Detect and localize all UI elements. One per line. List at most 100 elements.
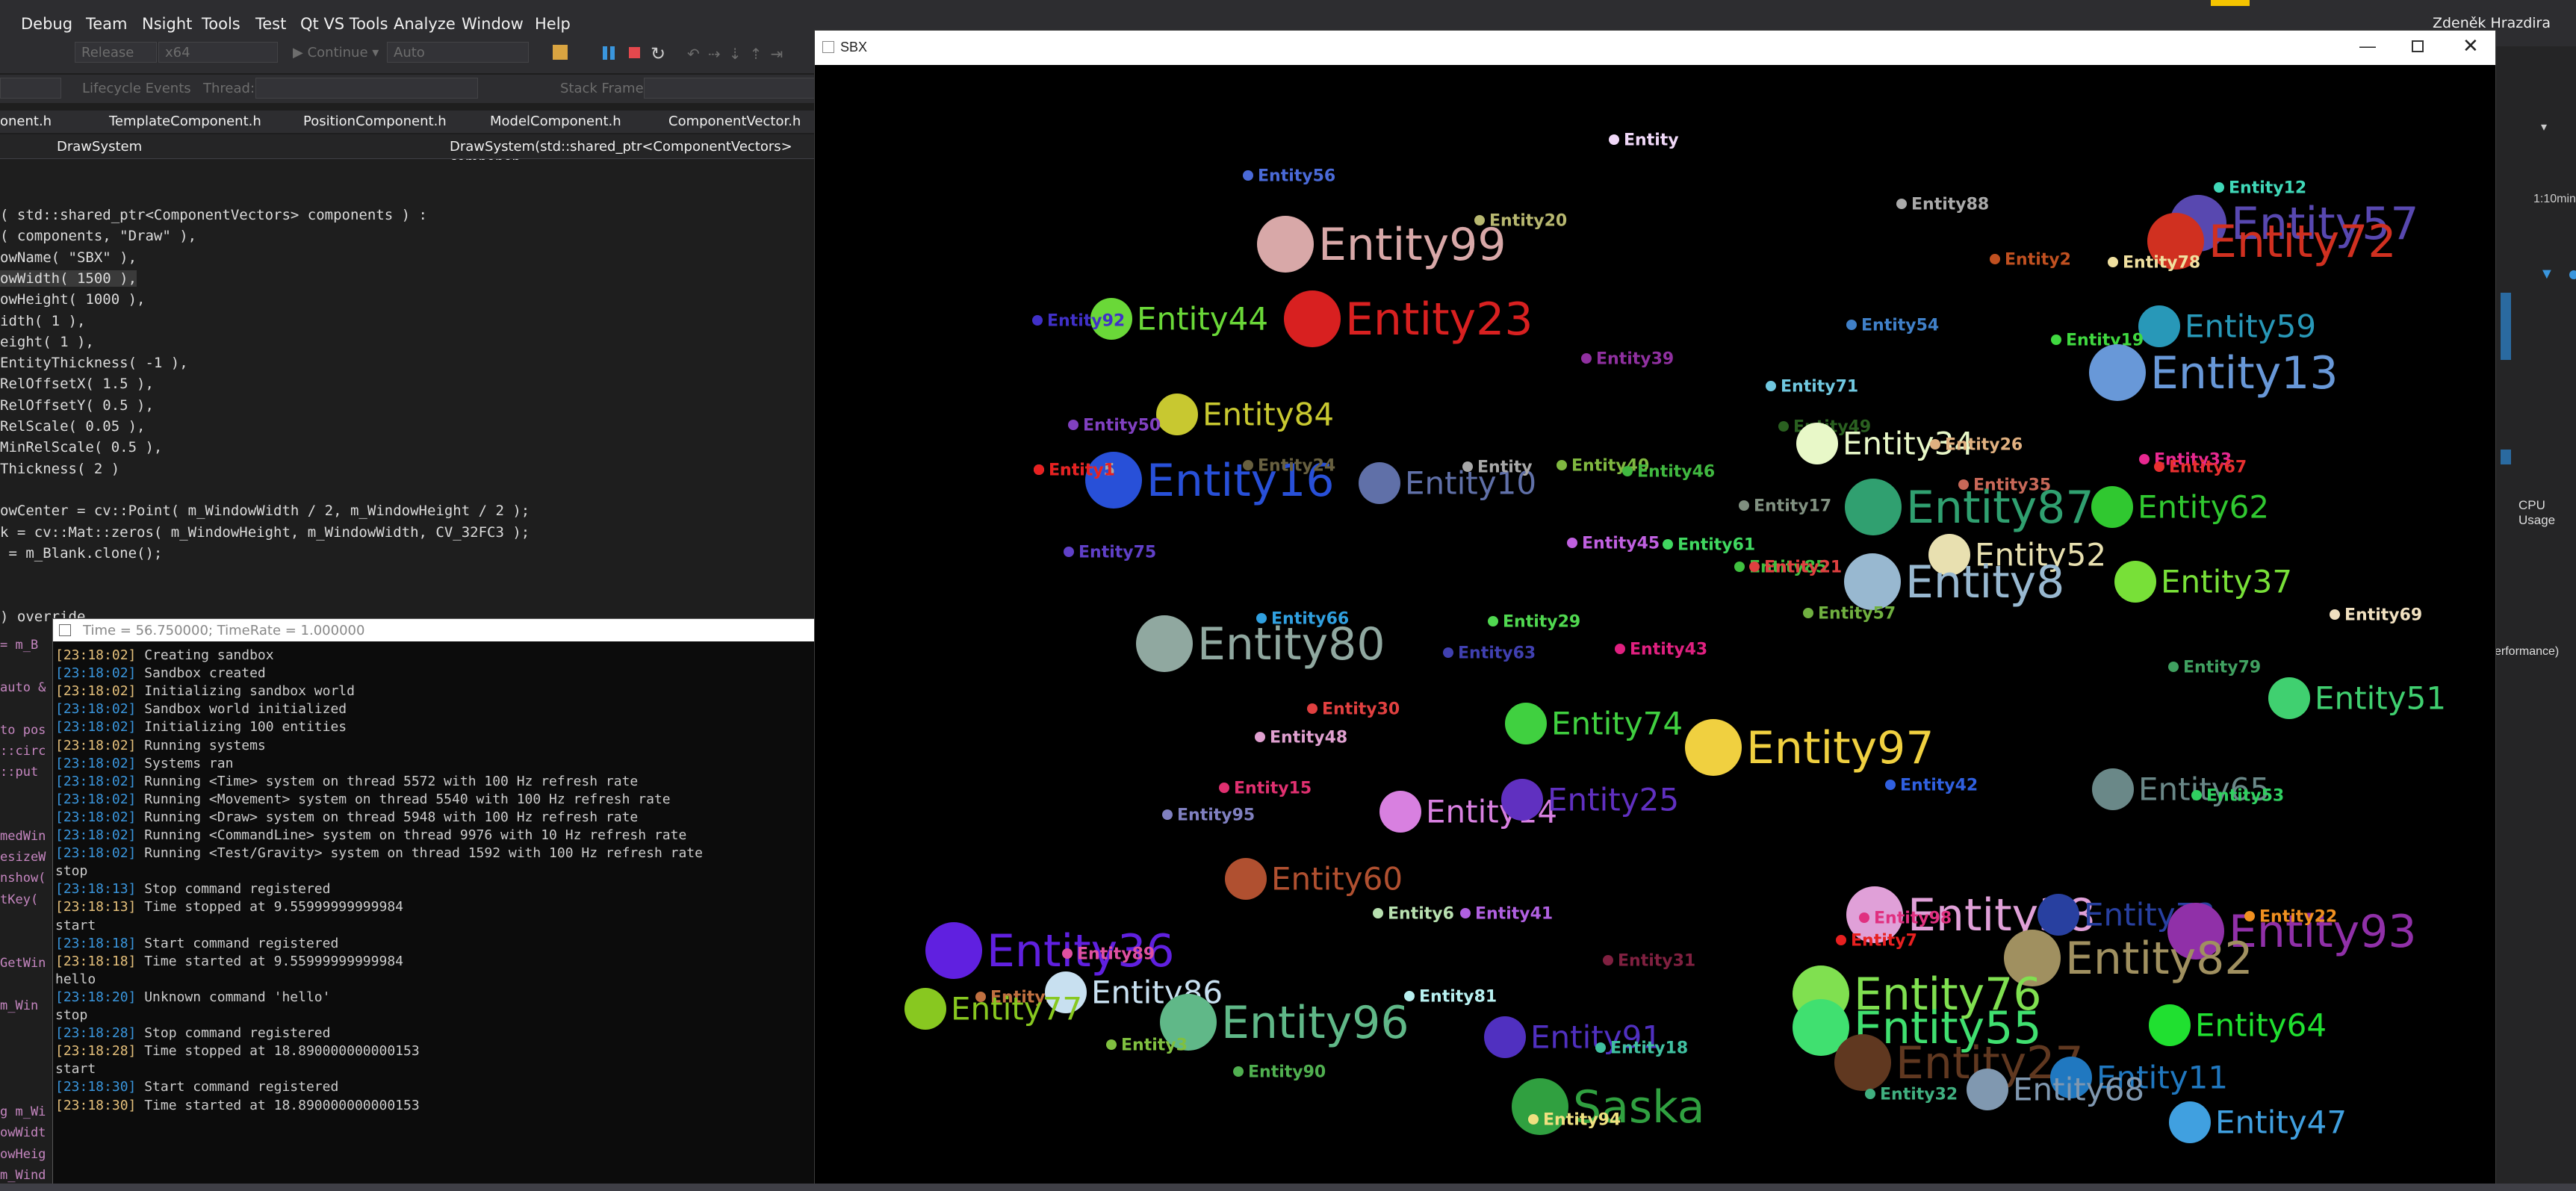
entity-dot <box>1796 423 1838 464</box>
tab-component-vector[interactable]: ComponentVector.h <box>668 113 801 129</box>
entity-label: Entity26 <box>1945 436 2023 455</box>
code-line: RelOffsetX( 1.5 ), <box>0 376 154 393</box>
entity-dot <box>1734 562 1745 572</box>
entity-dot <box>1243 460 1253 470</box>
close-icon[interactable]: ✕ <box>2462 34 2479 57</box>
maximize-icon[interactable] <box>2412 40 2424 52</box>
tab-component-h[interactable]: onent.h <box>0 113 52 129</box>
console-timestamp: [23:18:02] <box>55 791 137 807</box>
code-line: Thickness( 2 ) <box>0 460 120 477</box>
sbx-window[interactable]: SBX — ✕ Entity56 Entity99 Entity20 Entity88… <box>814 30 2496 1191</box>
menu-team[interactable]: Team <box>86 15 128 33</box>
auto-dropdown[interactable]: Auto <box>387 42 529 63</box>
entity-label: Entity67 <box>2169 458 2247 477</box>
continue-button[interactable]: ▶ Continue ▾ <box>293 45 379 60</box>
console-text: Time stopped at 9.55999999999984 <box>136 899 403 915</box>
console-line: stop <box>55 863 87 879</box>
entity-dot <box>2089 344 2146 401</box>
nav-class-dropdown[interactable]: DrawSystem <box>57 139 142 155</box>
stack-frame-dropdown[interactable] <box>644 78 822 99</box>
code-line: owHeight( 1000 ), <box>0 291 146 308</box>
console-timestamp: [23:18:18] <box>55 953 137 969</box>
thread-label: Thread: <box>203 81 255 96</box>
console-line: [23:18:02] Running <Time> system on thre… <box>55 774 638 789</box>
minimize-icon[interactable]: — <box>2359 37 2376 56</box>
lifecycle-events[interactable]: Lifecycle Events <box>82 81 191 96</box>
code-line: owWidth( 1500 ), <box>0 270 137 287</box>
menu-test[interactable]: Test <box>255 15 286 33</box>
tab-template-component[interactable]: TemplateComponent.h <box>109 113 261 129</box>
console-text: Sandbox world initialized <box>136 701 347 718</box>
console-text: Unknown command 'hello' <box>136 989 331 1005</box>
config-dropdown[interactable]: Release <box>75 42 157 63</box>
entity-label: Entity88 <box>1911 196 1989 214</box>
entity-dot <box>2139 454 2150 464</box>
process-dropdown[interactable] <box>0 78 61 99</box>
stop-icon[interactable] <box>629 47 640 58</box>
entity-label: Entity96 <box>1221 997 1409 1049</box>
sbx-titlebar[interactable]: SBX — ✕ <box>815 31 2495 65</box>
entity-dot <box>1663 539 1673 550</box>
entity-dot <box>1885 780 1896 790</box>
console-window[interactable]: Time = 56.750000; TimeRate = 1.000000 [2… <box>52 618 818 1191</box>
code-fragment: medWin <box>0 828 46 844</box>
entity-label: Entity30 <box>1322 700 1400 719</box>
menu-help[interactable]: Help <box>535 15 571 33</box>
code-fragment: m_Wind <box>0 1168 46 1183</box>
entity-dot <box>2244 911 2255 921</box>
platform-dropdown[interactable]: x64 <box>158 42 278 63</box>
console-text: Systems ran <box>136 755 234 771</box>
entity-label: Entity18 <box>1610 1039 1688 1058</box>
menu-tools[interactable]: Tools <box>202 15 240 33</box>
cpu-usage-tab[interactable]: CPU Usage <box>2518 498 2576 528</box>
console-line: [23:18:02] Running systems <box>55 738 266 753</box>
code-fragment: auto & <box>0 680 46 695</box>
entity-label: Entity98 <box>1874 909 1952 928</box>
entity-label: Entity23 <box>1345 293 1533 346</box>
sbx-app-icon <box>822 41 834 53</box>
entity-label: Entity77 <box>951 991 1082 1027</box>
console-timestamp: [23:18:20] <box>55 989 137 1005</box>
entity-dot <box>1373 908 1383 918</box>
entity-dot <box>1243 170 1253 181</box>
menu-analyze[interactable]: Analyze <box>394 15 456 33</box>
tab-model-component[interactable]: ModelComponent.h <box>490 113 621 129</box>
code-line: RelOffsetY( 0.5 ), <box>0 397 154 414</box>
console-titlebar[interactable]: Time = 56.750000; TimeRate = 1.000000 <box>53 619 817 641</box>
console-line: [23:18:02] Systems ran <box>55 756 233 771</box>
entity-dot <box>1034 464 1044 475</box>
menu-debug[interactable]: Debug <box>21 15 72 33</box>
pause-icon[interactable] <box>603 46 607 60</box>
console-timestamp: [23:18:02] <box>55 647 137 663</box>
panel-dropdown-icon[interactable]: ▾ <box>2541 119 2547 134</box>
restart-icon[interactable]: ↻ <box>651 43 665 65</box>
console-text: Running <Test/Gravity> system on thread … <box>136 845 703 862</box>
entity-label: Entity13 <box>2150 347 2338 399</box>
menu-qt-vs-tools[interactable]: Qt VS Tools <box>300 15 388 33</box>
console-line: start <box>55 1061 96 1077</box>
menu-window[interactable]: Window <box>462 15 524 33</box>
console-text: Running <Draw> system on thread 5948 wit… <box>136 809 639 825</box>
console-timestamp: [23:18:18] <box>55 935 137 951</box>
console-line: [23:18:28] Time stopped at 18.8900000000… <box>55 1043 420 1059</box>
entity-label: Entity78 <box>2123 254 2200 273</box>
step-icons[interactable]: ↶ ⇢ ⇣ ⇡ ⇥ <box>687 45 783 63</box>
tab-position-component[interactable]: PositionComponent.h <box>303 113 447 129</box>
code-fragment: m_Win <box>0 998 39 1013</box>
entity-label: Entity87 <box>1906 482 2094 534</box>
console-line: [23:18:28] Stop command registered <box>55 1025 330 1041</box>
entity-dot <box>1257 216 1314 273</box>
console-line: [23:18:02] Initializing 100 entities <box>55 719 347 735</box>
sbx-title-text: SBX <box>840 40 868 55</box>
attach-icon[interactable] <box>553 45 568 60</box>
entity-dot <box>1404 991 1415 1001</box>
code-line: k = cv::Mat::zeros( m_WindowHeight, m_Wi… <box>0 523 530 541</box>
thread-dropdown[interactable] <box>255 78 478 99</box>
entity-dot <box>2149 1004 2191 1046</box>
entity-dot <box>1595 1042 1606 1053</box>
entity-label: Entity8 <box>1905 556 2064 609</box>
user-name[interactable]: Zdeněk Hrazdira <box>2433 15 2551 31</box>
entity-dot <box>1484 1016 1526 1058</box>
menu-nsight[interactable]: Nsight <box>142 15 192 33</box>
entity-dot <box>1488 616 1498 626</box>
